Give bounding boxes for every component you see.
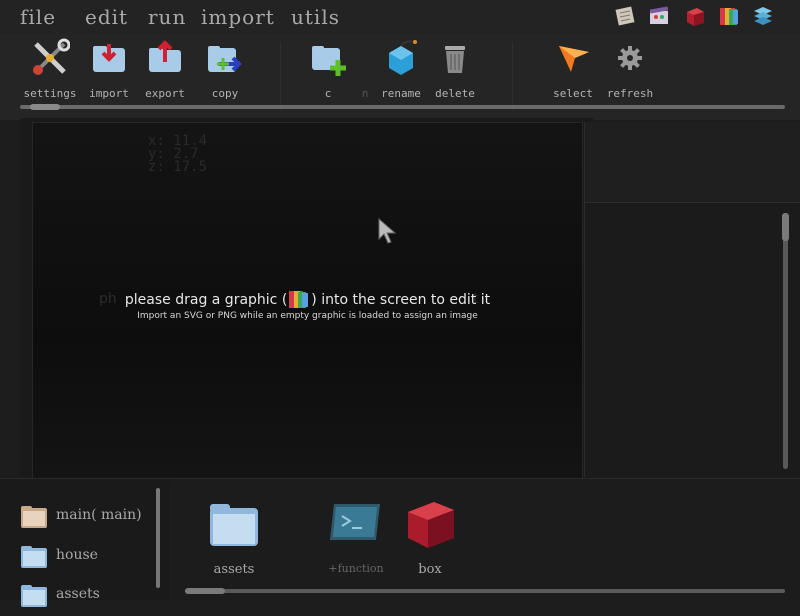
- folder-list-scrollbar[interactable]: [156, 488, 160, 588]
- copy-label: copy: [211, 87, 239, 100]
- film-icon[interactable]: [648, 5, 670, 27]
- cube-icon: [404, 498, 456, 554]
- export-label: export: [145, 87, 185, 100]
- mouse-cursor-icon: [377, 217, 399, 249]
- menu-edit[interactable]: edit: [85, 5, 128, 29]
- menu-run[interactable]: run: [148, 5, 186, 29]
- import-button[interactable]: import: [84, 34, 134, 104]
- n-button[interactable]: n: [356, 34, 374, 104]
- copy-button[interactable]: copy: [200, 34, 250, 104]
- toolbar-scrollbar[interactable]: [20, 105, 785, 109]
- folder-icon: [20, 582, 48, 608]
- terminal-icon: [328, 498, 384, 554]
- properties-panel: [584, 122, 800, 203]
- asset-item-assets[interactable]: assets: [208, 498, 260, 577]
- asset-browser: [172, 478, 800, 600]
- inspector-scrollbar-thumb[interactable]: [782, 213, 789, 241]
- menu-import[interactable]: import: [201, 5, 275, 29]
- menu-utils[interactable]: utils: [291, 5, 340, 29]
- folder-import-icon: [89, 38, 129, 78]
- toolbar-separator: [280, 42, 281, 110]
- asset-browser-scrollbar[interactable]: [185, 589, 785, 593]
- folder-icon: [208, 498, 260, 554]
- editor-canvas[interactable]: x: 11.4 y: 2.7 z: 17.5 ph t please drag …: [32, 122, 583, 479]
- asset-label: box: [418, 562, 442, 577]
- select-button[interactable]: select: [548, 34, 598, 104]
- inspector-scrollbar[interactable]: [783, 213, 788, 469]
- rename-label: rename: [381, 87, 421, 100]
- toolbar-separator-2: [512, 42, 513, 110]
- folder-icon: [20, 543, 48, 569]
- new-button[interactable]: c: [310, 34, 346, 104]
- refresh-button[interactable]: refresh: [604, 34, 656, 104]
- rename-button[interactable]: rename: [374, 34, 428, 104]
- folder-label: main( main): [56, 507, 142, 523]
- drag-instruction: please drag a graphic ( ) into the screen…: [33, 289, 582, 309]
- asset-item-box[interactable]: box: [404, 498, 456, 577]
- stack-icon[interactable]: [752, 5, 774, 27]
- select-label: select: [553, 87, 593, 100]
- new-label: c: [324, 87, 332, 100]
- drag-text-before: please drag a graphic (: [124, 292, 288, 308]
- folder-label: assets: [56, 586, 100, 602]
- folder-export-icon: [145, 38, 185, 78]
- toolbar-scrollbar-thumb[interactable]: [30, 104, 60, 110]
- inspector-panel: [584, 203, 800, 477]
- asset-label: assets: [213, 562, 255, 577]
- z-readout: z: 17.5: [148, 159, 208, 175]
- delete-button[interactable]: delete: [430, 34, 480, 104]
- asset-browser-scrollbar-thumb[interactable]: [185, 588, 225, 594]
- refresh-label: refresh: [606, 87, 654, 100]
- menu-bar: file edit run import utils: [0, 0, 800, 35]
- drag-subtitle: Import an SVG or PNG while an empty grap…: [137, 311, 478, 321]
- folder-new-icon: [308, 38, 348, 78]
- delete-label: delete: [435, 87, 475, 100]
- list-item[interactable]: assets: [20, 580, 160, 616]
- drag-text-after: ) into the screen to edit it: [311, 292, 491, 308]
- menu-file[interactable]: file: [20, 5, 56, 29]
- tag-icon: [381, 38, 421, 78]
- folder-label: house: [56, 547, 98, 563]
- list-item[interactable]: main( main): [20, 501, 160, 537]
- n-label: n: [361, 87, 369, 100]
- asset-item-function[interactable]: +function: [328, 498, 384, 575]
- settings-button[interactable]: settings: [22, 34, 78, 104]
- import-label: import: [89, 87, 129, 100]
- trash-icon: [435, 38, 475, 78]
- graphic-icon[interactable]: [718, 5, 740, 27]
- gear-icon: [610, 38, 650, 78]
- notes-icon[interactable]: [614, 5, 636, 27]
- folder-list: main( main) house assets: [0, 478, 170, 607]
- folder-icon: [20, 503, 48, 529]
- export-button[interactable]: export: [140, 34, 190, 104]
- folder-copy-icon: [205, 38, 245, 78]
- graphic-icon: [288, 289, 310, 309]
- cursor-arrow-icon: [553, 38, 593, 78]
- settings-label: settings: [23, 87, 77, 100]
- cube-icon[interactable]: [684, 5, 706, 27]
- tools-icon: [30, 38, 71, 78]
- list-item[interactable]: house: [20, 541, 160, 577]
